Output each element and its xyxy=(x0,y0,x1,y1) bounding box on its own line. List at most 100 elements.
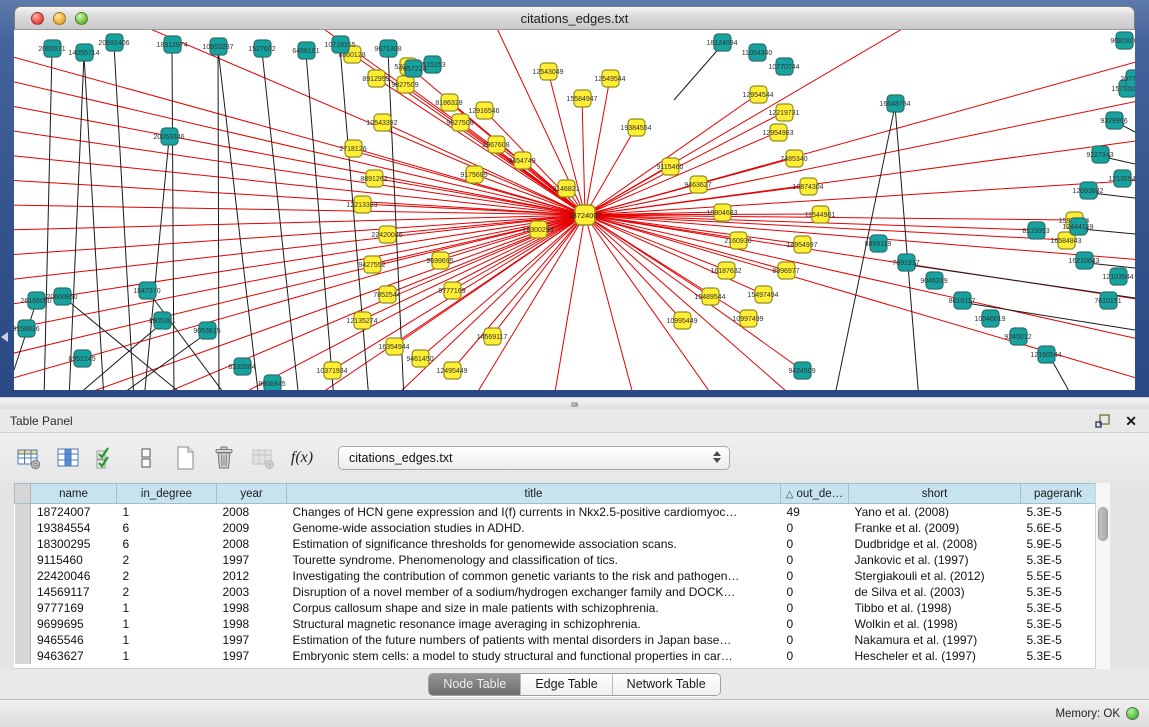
table-cell[interactable]: 1998 xyxy=(217,616,287,632)
table-cell[interactable]: Estimation of significance thresholds fo… xyxy=(287,536,781,552)
row-header-corner[interactable] xyxy=(15,484,31,504)
close-panel-icon[interactable]: ✕ xyxy=(1125,414,1137,428)
table-cell[interactable]: Stergiakouli et al. (2012) xyxy=(849,568,1021,584)
table-cell[interactable]: 0 xyxy=(781,552,849,568)
table-cell[interactable]: 1 xyxy=(117,632,217,648)
table-cell[interactable]: 1998 xyxy=(217,600,287,616)
tab-edge-table[interactable]: Edge Table xyxy=(520,674,611,695)
table-cell[interactable]: 2009 xyxy=(217,520,287,536)
table-cell[interactable]: Changes of HCN gene expression and I(f) … xyxy=(287,504,781,520)
graph-node[interactable]: 16354944 xyxy=(378,338,409,355)
table-row[interactable]: 1456911722003Disruption of a novel membe… xyxy=(15,584,1096,600)
split-pane-divider[interactable] xyxy=(0,397,1149,409)
graph-node[interactable]: 9699695 xyxy=(426,252,453,269)
graph-node[interactable]: 15584947 xyxy=(566,90,597,107)
column-header-out_de[interactable]: △out_de… xyxy=(781,484,849,504)
table-cell[interactable]: 2003 xyxy=(217,584,287,600)
graph-node[interactable]: 10543392 xyxy=(366,114,397,131)
graph-node[interactable]: 20053346 xyxy=(153,128,184,145)
table-row[interactable]: 911546021997Tourette syndrome. Phenomeno… xyxy=(15,552,1096,568)
table-cell[interactable]: Tibbo et al. (1998) xyxy=(849,600,1021,616)
graph-node[interactable]: 14055714 xyxy=(68,44,99,61)
scrollbar-thumb[interactable] xyxy=(1098,507,1108,541)
memory-ok-icon[interactable] xyxy=(1126,707,1139,720)
graph-node[interactable]: 14954997 xyxy=(786,236,817,253)
show-column-icon[interactable] xyxy=(55,445,81,471)
graph-node[interactable]: 10046619 xyxy=(974,310,1005,327)
column-header-year[interactable]: year xyxy=(217,484,287,504)
graph-node[interactable]: 12213383 xyxy=(346,196,377,213)
graph-node[interactable]: 16187632 xyxy=(710,262,741,279)
collapse-left-icon[interactable] xyxy=(1,332,8,342)
graph-node[interactable]: 10997499 xyxy=(732,310,763,327)
table-cell[interactable]: 2008 xyxy=(217,504,287,520)
new-table-icon[interactable] xyxy=(172,445,198,471)
table-cell[interactable]: 2012 xyxy=(217,568,287,584)
graph-node[interactable]: 8215953 xyxy=(1022,222,1049,239)
graph-node[interactable]: 10653287 xyxy=(202,38,233,55)
graph-node[interactable]: 15497494 xyxy=(747,286,778,303)
graph-node[interactable]: 10874304 xyxy=(792,178,823,195)
graph-node[interactable]: 12495449 xyxy=(436,362,467,379)
graph-node[interactable]: 10371934 xyxy=(316,362,347,379)
graph-node[interactable]: 19384554 xyxy=(620,119,651,136)
table-cell[interactable]: 5.3E-5 xyxy=(1021,584,1096,600)
table-cell[interactable]: 5.5E-5 xyxy=(1021,568,1096,584)
table-cell[interactable]: Embryonic stem cells: a model to study s… xyxy=(287,648,781,664)
table-cell[interactable]: Estimation of the future numbers of pati… xyxy=(287,632,781,648)
graph-node[interactable]: 9115460 xyxy=(657,158,684,175)
table-cell[interactable]: 0 xyxy=(781,600,849,616)
table-cell[interactable]: 9777169 xyxy=(31,600,117,616)
table-cell[interactable]: Disruption of a novel member of a sodium… xyxy=(287,584,781,600)
table-cell[interactable]: Wolkin et al. (1998) xyxy=(849,616,1021,632)
table-cell[interactable]: 1997 xyxy=(217,552,287,568)
table-cell[interactable]: 9699695 xyxy=(31,616,117,632)
column-header-pagerank[interactable]: pagerank xyxy=(1021,484,1096,504)
column-header-title[interactable]: title xyxy=(287,484,781,504)
table-cell[interactable]: Tourette syndrome. Phenomenology and cla… xyxy=(287,552,781,568)
table-cell[interactable]: Hescheler et al. (1997) xyxy=(849,648,1021,664)
table-cell[interactable]: 1 xyxy=(117,504,217,520)
graph-node[interactable]: 10804683 xyxy=(706,204,737,221)
table-row[interactable]: 969969511998Structural magnetic resonanc… xyxy=(15,616,1096,632)
graph-node[interactable]: 1213554 xyxy=(1108,170,1135,187)
graph-node[interactable]: 9156836 xyxy=(14,320,40,337)
table-cell[interactable]: 1 xyxy=(117,616,217,632)
table-cell[interactable]: 9463627 xyxy=(31,648,117,664)
delete-table-icon[interactable] xyxy=(211,445,237,471)
table-row[interactable]: 2242004622012Investigating the contribut… xyxy=(15,568,1096,584)
graph-node[interactable]: 12103544 xyxy=(1102,268,1133,285)
table-cell[interactable]: 6 xyxy=(117,536,217,552)
table-cell[interactable]: Corpus callosum shape and size in male p… xyxy=(287,600,781,616)
graph-node[interactable]: 12954983 xyxy=(762,124,793,141)
table-cell[interactable]: Jankovic et al. (1997) xyxy=(849,552,1021,568)
table-cell[interactable]: 2 xyxy=(117,584,217,600)
graph-node[interactable]: 9053815 xyxy=(193,322,220,339)
graph-node[interactable]: 9427552 xyxy=(358,256,385,273)
table-options-icon[interactable] xyxy=(16,445,42,471)
table-cell[interactable]: 0 xyxy=(781,536,849,552)
column-header-in_degree[interactable]: in_degree xyxy=(117,484,217,504)
table-cell[interactable]: 6 xyxy=(117,520,217,536)
table-row[interactable]: 946554611997Estimation of the future num… xyxy=(15,632,1096,648)
table-cell[interactable]: 49 xyxy=(781,504,849,520)
table-cell[interactable]: Dudbridge et al. (2008) xyxy=(849,536,1021,552)
table-cell[interactable]: 2 xyxy=(117,568,217,584)
graph-node[interactable]: 18312974 xyxy=(156,36,187,53)
table-cell[interactable]: Genome-wide association studies in ADHD. xyxy=(287,520,781,536)
graph-node[interactable]: 22420046 xyxy=(371,226,402,243)
table-cell[interactable]: 22420046 xyxy=(31,568,117,584)
table-cell[interactable]: Investigating the contribution of common… xyxy=(287,568,781,584)
table-cell[interactable]: Yano et al. (2008) xyxy=(849,504,1021,520)
graph-node[interactable]: 12549544 xyxy=(594,70,625,87)
graph-node[interactable]: 8016117 xyxy=(949,292,976,309)
graph-node[interactable]: 10770744 xyxy=(768,58,799,75)
table-cell[interactable]: 9465546 xyxy=(31,632,117,648)
table-row[interactable]: 946362711997Embryonic stem cells: a mode… xyxy=(15,648,1096,664)
table-cell[interactable]: 14569117 xyxy=(31,584,117,600)
network-window-titlebar[interactable]: citations_edges.txt xyxy=(14,6,1135,30)
tab-network-table[interactable]: Network Table xyxy=(612,674,720,695)
graph-node[interactable]: 10995449 xyxy=(666,312,697,329)
table-cell[interactable]: 5.3E-5 xyxy=(1021,504,1096,520)
graph-node[interactable]: 2065571 xyxy=(38,40,65,57)
